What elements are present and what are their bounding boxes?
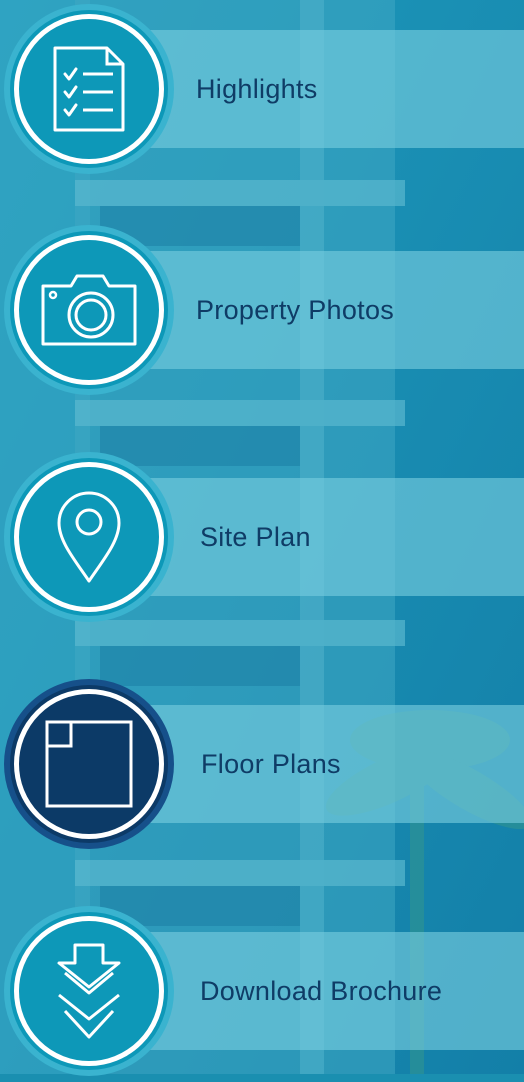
nav-band [120, 30, 524, 148]
nav-item-label: Download Brochure [200, 976, 443, 1006]
download-arrows-icon [57, 943, 121, 1039]
nav-item-highlights[interactable]: Highlights [0, 0, 524, 180]
camera-icon [41, 274, 137, 346]
nav-item-download-brochure[interactable]: Download Brochure [0, 902, 524, 1082]
nav-item-label: Site Plan [200, 522, 311, 552]
checklist-icon [53, 46, 125, 132]
icon-circle[interactable] [4, 679, 174, 849]
map-pin-icon [57, 491, 121, 583]
icon-circle[interactable] [4, 452, 174, 622]
nav-item-label: Highlights [196, 74, 318, 104]
icon-circle[interactable] [4, 4, 174, 174]
icon-circle[interactable] [4, 225, 174, 395]
nav-item-site-plan[interactable]: Site Plan [0, 448, 524, 628]
nav-band [120, 478, 524, 596]
floor-plan-icon [45, 720, 133, 808]
nav-item-label: Floor Plans [201, 749, 341, 779]
nav-item-floor-plans[interactable]: Floor Plans [0, 675, 524, 855]
icon-circle[interactable] [4, 906, 174, 1076]
nav-item-label: Property Photos [196, 295, 395, 325]
nav-item-property-photos[interactable]: Property Photos [0, 221, 524, 401]
